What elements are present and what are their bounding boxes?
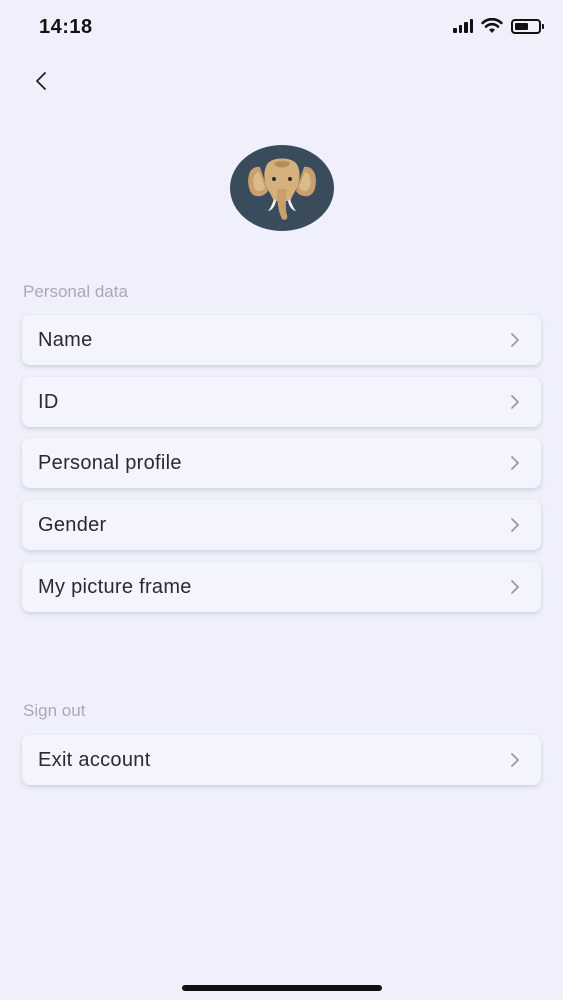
back-button[interactable] (26, 66, 56, 96)
row-personal-profile[interactable]: Personal profile (22, 438, 541, 488)
row-my-picture-frame[interactable]: My picture frame (22, 562, 541, 612)
row-exit-account[interactable]: Exit account (22, 735, 541, 785)
elephant-avatar-icon (248, 158, 316, 220)
section-title-sign-out: Sign out (23, 701, 86, 720)
profile-settings-screen: 14:18 Personal data Name ID Personal pro… (0, 0, 563, 1000)
row-label: Personal profile (38, 451, 182, 474)
wifi-icon (481, 18, 503, 33)
status-time: 14:18 (39, 16, 93, 38)
battery-icon (511, 18, 544, 34)
status-icons (453, 18, 544, 34)
row-label: My picture frame (38, 575, 192, 598)
chevron-left-icon (36, 72, 46, 90)
chevron-right-icon (511, 333, 519, 347)
row-label: ID (38, 390, 59, 413)
row-label: Name (38, 328, 93, 351)
status-bar: 14:18 (0, 0, 563, 56)
row-gender[interactable]: Gender (22, 500, 541, 550)
chevron-right-icon (511, 395, 519, 409)
row-name[interactable]: Name (22, 315, 541, 365)
chevron-right-icon (511, 456, 519, 470)
row-label: Gender (38, 513, 107, 536)
row-id[interactable]: ID (22, 377, 541, 427)
row-label: Exit account (38, 748, 151, 771)
avatar[interactable] (230, 145, 334, 231)
section-title-personal-data: Personal data (23, 282, 128, 301)
chevron-right-icon (511, 753, 519, 767)
chevron-right-icon (511, 518, 519, 532)
chevron-right-icon (511, 580, 519, 594)
signal-icon (453, 19, 473, 33)
home-indicator[interactable] (182, 985, 382, 991)
